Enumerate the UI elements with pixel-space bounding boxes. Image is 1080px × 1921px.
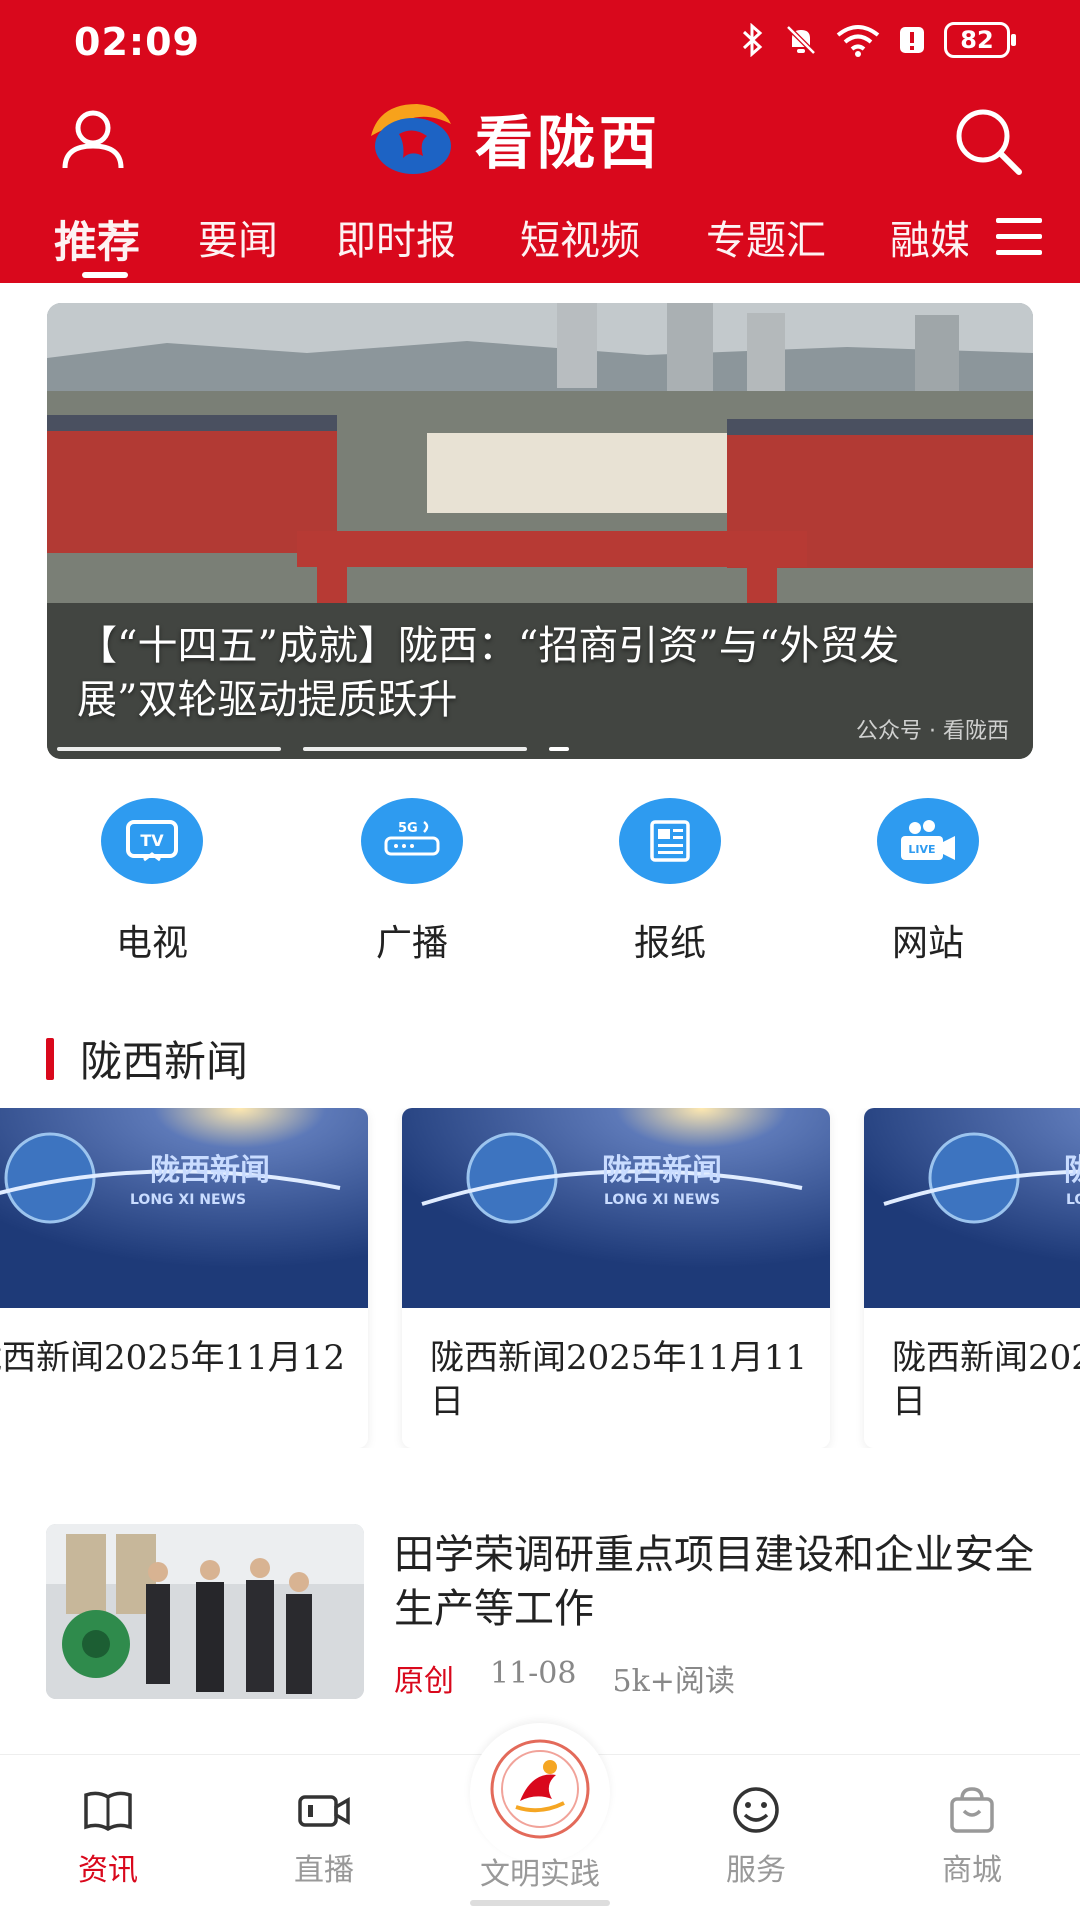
nav-label: 直播 [294,1853,354,1888]
bluetooth-icon [742,23,763,57]
user-profile-button[interactable] [55,102,131,178]
svg-text:LONG XI NEWS: LONG XI NEWS [130,1192,246,1208]
svg-text:5G: 5G [398,821,418,836]
quick-link-newspaper[interactable]: 报纸 [580,786,760,966]
nav-label: 商城 [942,1853,1002,1888]
search-icon [956,109,1022,175]
section-title: 陇西新闻 [80,1037,249,1086]
battery-indicator: 82 [944,22,1016,58]
wifi-icon [836,25,880,57]
banner-watermark: 公众号 · 看陇西 [856,719,1009,744]
nav-civilization-practice[interactable] [470,1723,610,1863]
app-logo: 看陇西 [365,96,661,180]
news-card[interactable]: 陇西新闻 LONG XI NEWS 陇西新闻2025年11月12日 [0,1108,368,1448]
carousel-dot-active[interactable] [549,747,569,751]
smiley-icon [733,1787,779,1833]
svg-text:陇西新闻: 陇西新闻 [1064,1153,1080,1188]
mute-bell-icon [786,25,816,55]
svg-text:LONG XI NEWS: LONG XI NEWS [604,1192,720,1208]
shopping-bag-icon [950,1787,994,1833]
bottom-navigation: 资讯 直播 文明实践 服务 商城 [0,1723,1080,1921]
nav-services[interactable]: 服务 [676,1785,836,1889]
headline-banner[interactable]: 【“十四五”成就】陇西：“招商引资”与“外贸发展”双轮驱动提质跃升 公众号 · … [47,303,1033,759]
news-card[interactable]: 陇西新闻 LONG XI NEWS 陇西新闻2025年11月10日 [864,1108,1080,1448]
article-title: 田学荣调研重点项目建设和企业安全生产等工作 [394,1532,1034,1632]
tab-short-video[interactable]: 短视频 [520,208,640,266]
nav-mall[interactable]: 商城 [892,1785,1052,1889]
carousel-dots [57,747,569,751]
svg-text:陇西新闻: 陇西新闻 [150,1153,270,1188]
article-tag: 原创 [394,1664,454,1699]
quick-link-label: 电视 [115,923,188,964]
tab-recommend[interactable]: 推荐 [54,208,140,270]
quick-link-radio[interactable]: 5G 广播 [322,786,502,966]
tab-media[interactable]: 融媒 [890,208,968,266]
quick-link-label: 报纸 [633,923,706,964]
svg-text:LIVE: LIVE [908,843,935,856]
article-list-item[interactable]: 田学荣调研重点项目建设和企业安全生产等工作 原创 11-08 5k+阅读 [46,1524,1036,1699]
status-time: 02:09 [74,20,200,64]
home-indicator[interactable] [470,1900,610,1906]
nav-civilization-label[interactable]: 文明实践 [460,1843,620,1893]
logo-emblem-icon [371,104,451,174]
svg-text:陇西新闻: 陇西新闻 [602,1153,722,1188]
nav-label: 文明实践 [480,1857,600,1892]
nav-label: 资讯 [78,1853,138,1888]
nav-news[interactable]: 资讯 [28,1785,188,1889]
status-icons: 82 [740,22,1016,58]
svg-text:LONG XI NEWS: LONG XI NEWS [1066,1192,1080,1208]
section-header: 陇西新闻 [46,1028,248,1089]
tab-topics[interactable]: 专题汇 [706,208,826,266]
active-tab-indicator [82,272,128,278]
quick-links: TV 电视 5G 广播 报纸 LIVE 网站 [40,786,1040,976]
app-header: 02:09 82 看陇西 推荐 要闻 即时报 短视频 专题汇 融媒 [0,0,1080,283]
carousel-dot[interactable] [57,747,281,751]
article-meta: 原创 11-08 5k+阅读 [394,1656,735,1700]
radio-5g-icon: 5G [361,798,463,884]
hamburger-menu-icon [996,218,1042,255]
carousel-dot[interactable] [303,747,527,751]
nav-live[interactable]: 直播 [244,1785,404,1889]
svg-text:TV: TV [140,831,164,850]
news-card-title: 陇西新闻2025年11月10日 [892,1338,1080,1422]
nav-label: 服务 [726,1853,786,1888]
channel-menu-button[interactable] [992,212,1050,262]
app-name: 看陇西 [475,109,662,177]
news-card[interactable]: 陇西新闻 LONG XI NEWS 陇西新闻2025年11月11日 [402,1108,830,1448]
news-card-title: 陇西新闻2025年11月12日 [0,1338,346,1422]
user-icon [62,110,124,169]
quick-link-label: 广播 [375,923,448,964]
top-bar: 看陇西 [0,84,1080,194]
news-card-thumbnail: 陇西新闻 LONG XI NEWS [0,1108,368,1308]
section-accent-bar [46,1037,54,1080]
news-card-title: 陇西新闻2025年11月11日 [430,1338,808,1422]
search-button[interactable] [949,102,1025,178]
article-read-count: 5k+阅读 [612,1664,735,1699]
tab-overflow-clip: 融媒 [880,194,968,283]
tab-instant-report[interactable]: 即时报 [336,208,456,266]
civilization-practice-badge [490,1739,590,1839]
banner-title: 【“十四五”成就】陇西：“招商引资”与“外贸发展”双轮驱动提质跃升 [77,623,900,723]
quick-link-tv[interactable]: TV 电视 [62,786,242,966]
quick-link-website[interactable]: LIVE 网站 [838,786,1018,966]
video-camera-icon [298,1795,350,1827]
battery-level: 82 [960,26,994,54]
live-camera-icon: LIVE [877,798,979,884]
article-date: 11-08 [490,1656,577,1691]
quick-link-label: 网站 [891,923,964,964]
book-icon [84,1791,132,1832]
newspaper-icon [619,798,721,884]
news-card-thumbnail: 陇西新闻 LONG XI NEWS [864,1108,1080,1308]
status-bar: 02:09 82 [0,0,1080,84]
tab-headlines[interactable]: 要闻 [198,208,278,266]
news-card-thumbnail: 陇西新闻 LONG XI NEWS [402,1108,830,1308]
alert-icon [900,27,924,53]
tv-icon: TV [101,798,203,884]
news-card-carousel[interactable]: 陇西新闻 LONG XI NEWS 陇西新闻2025年11月12日 陇西新闻 L… [0,1108,1080,1448]
channel-tabs: 推荐 要闻 即时报 短视频 专题汇 融媒 [0,194,1080,283]
article-thumbnail [46,1524,364,1699]
